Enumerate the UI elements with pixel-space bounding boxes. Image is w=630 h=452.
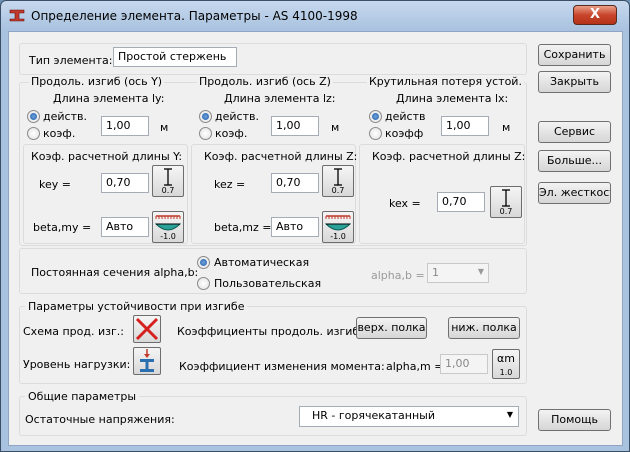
buckling-z-title: Продоль. изгиб (ось Z) <box>197 75 333 88</box>
scheme-label: Схема прод. изг.: <box>23 325 124 338</box>
residual-label: Остаточные напряжения: <box>25 413 175 426</box>
beam-length-icon <box>334 168 342 186</box>
dialog-window: Определение элемента. Параметры - AS 410… <box>0 0 630 452</box>
cross-icon <box>135 317 159 341</box>
key-length-coef-button[interactable]: 0.7 <box>152 165 184 197</box>
window-close-button[interactable]: X <box>573 5 617 25</box>
buckling-y-title: Продоль. изгиб (ось Y) <box>29 75 165 88</box>
key-label: key = <box>39 178 71 191</box>
key-icon-value: 0.7 <box>161 186 175 195</box>
buckling-y-coef-radio[interactable] <box>27 127 40 140</box>
torsion-length-input[interactable]: 1,00 <box>441 116 489 136</box>
buckling-y-actual-label: действ. <box>43 110 87 123</box>
more-button[interactable]: Больше... <box>538 150 611 172</box>
chevron-down-icon: ▼ <box>506 410 513 419</box>
kez-input[interactable]: 0,70 <box>271 173 319 193</box>
help-button[interactable]: Помощь <box>538 409 611 431</box>
kex-label: kex = <box>389 197 421 210</box>
coef-x-title: Коэф. расчетной длины Z: <box>372 150 526 163</box>
alpha-m-label: alpha,m = <box>386 360 444 373</box>
beta-mz-icon-value: -1.0 <box>330 232 346 241</box>
scheme-button[interactable] <box>133 315 161 343</box>
alpha-m-input[interactable]: 1,00 <box>440 354 488 374</box>
alpha-b-label: Постоянная сечения alpha,b: <box>31 266 199 279</box>
torsion-unit: м <box>502 121 511 134</box>
buckling-z-unit: м <box>331 121 340 134</box>
kez-icon-value: 0.7 <box>331 186 345 195</box>
save-button[interactable]: Сохранить <box>538 44 611 66</box>
buckling-y-length-input[interactable]: 1,00 <box>101 116 149 136</box>
coef-buckling-label: Коэффициенты продоль. изгиба: <box>177 325 370 338</box>
alpha-b-auto-label: Автоматическая <box>214 256 310 269</box>
residual-select-value: HR - горячекатанный <box>312 409 436 422</box>
service-button[interactable]: Сервис <box>538 121 611 143</box>
title-bar: Определение элемента. Параметры - AS 410… <box>1 1 629 31</box>
kex-input[interactable]: 0,70 <box>437 192 485 212</box>
buckling-z-length-input[interactable]: 1,00 <box>271 116 319 136</box>
alpha-b-select[interactable]: 1 ▼ <box>427 263 489 283</box>
buckling-y-actual-radio[interactable] <box>27 110 40 123</box>
buckling-z-actual-radio[interactable] <box>199 110 212 123</box>
coef-y-title: Коэф. расчетной длины Y: <box>31 150 183 163</box>
alpha-b-auto-radio[interactable] <box>197 256 210 269</box>
alpha-b-user-radio[interactable] <box>197 277 210 290</box>
beta-my-input[interactable]: Авто <box>101 217 149 237</box>
buckling-z-coef-label: коэф. <box>215 127 248 140</box>
alpha-m-button[interactable]: αm 1.0 <box>492 349 520 379</box>
alpha-b-user-label: Пользовательская <box>214 277 322 290</box>
alpha-m-icon: αm <box>497 352 515 365</box>
alpha-m-icon-value: 1.0 <box>499 368 513 377</box>
top-flange-button[interactable]: верх. полка <box>356 317 427 339</box>
bottom-flange-button[interactable]: ниж. полка <box>448 317 520 339</box>
element-type-label: Тип элемента: <box>29 54 113 67</box>
buckling-z-length-label: Длина элемента lz: <box>224 92 336 105</box>
beam-length-icon <box>164 168 172 186</box>
kex-length-coef-button[interactable]: 0.7 <box>490 186 522 218</box>
beta-mz-label: beta,mz = <box>214 221 272 234</box>
load-level-label: Уровень нагрузки: <box>23 358 131 371</box>
torsion-coef-radio[interactable] <box>369 127 382 140</box>
beta-my-button[interactable]: -1.0 <box>152 211 184 243</box>
close-button[interactable]: Закрыть <box>538 71 611 93</box>
element-type-field[interactable]: Простой стержень <box>113 47 237 67</box>
beta-mz-input[interactable]: Авто <box>271 217 319 237</box>
buckling-y-length-label: Длина элемента ly: <box>53 92 165 105</box>
load-level-button[interactable] <box>133 347 161 375</box>
chevron-down-icon: ▼ <box>477 267 484 276</box>
dialog-client: Тип элемента: Простой стержень Продоль. … <box>8 31 623 446</box>
torsion-length-label: Длина элемента lx: <box>396 92 509 105</box>
stiffness-button[interactable]: Эл. жесткости <box>538 182 611 204</box>
beam-length-icon <box>502 189 510 207</box>
alpha-b-select-value: 1 <box>432 266 439 279</box>
buckling-z-actual-label: действ. <box>215 110 259 123</box>
lateral-title: Параметры устойчивости при изгибе <box>25 300 248 313</box>
torsion-actual-label: действ <box>385 110 426 123</box>
coef-z-title: Коэф. расчетной длины Z: <box>204 150 358 163</box>
torsion-coef-label: коэфф <box>385 127 424 140</box>
beta-my-label: beta,my = <box>33 221 92 234</box>
window-title: Определение элемента. Параметры - AS 410… <box>31 9 358 23</box>
kez-label: kez = <box>214 178 246 191</box>
torsion-actual-radio[interactable] <box>369 110 382 123</box>
buckling-z-coef-radio[interactable] <box>199 127 212 140</box>
key-input[interactable]: 0,70 <box>101 173 149 193</box>
torsion-title: Крутильная потеря устой. <box>367 75 524 88</box>
moment-coef-label: Коэффициент изменения момента: <box>179 360 385 373</box>
kex-icon-value: 0.7 <box>499 207 513 216</box>
app-icon <box>9 9 25 22</box>
general-title: Общие параметры <box>25 390 140 403</box>
residual-select[interactable]: HR - горячекатанный ▼ <box>299 406 519 427</box>
buckling-y-unit: м <box>160 121 169 134</box>
buckling-y-coef-label: коэф. <box>43 127 76 140</box>
beta-mz-button[interactable]: -1.0 <box>322 211 354 243</box>
beta-my-icon-value: -1.0 <box>160 232 176 241</box>
alpha-b-value-label: alpha,b = <box>371 269 425 282</box>
load-level-icon <box>140 349 154 372</box>
kez-length-coef-button[interactable]: 0.7 <box>322 165 354 197</box>
